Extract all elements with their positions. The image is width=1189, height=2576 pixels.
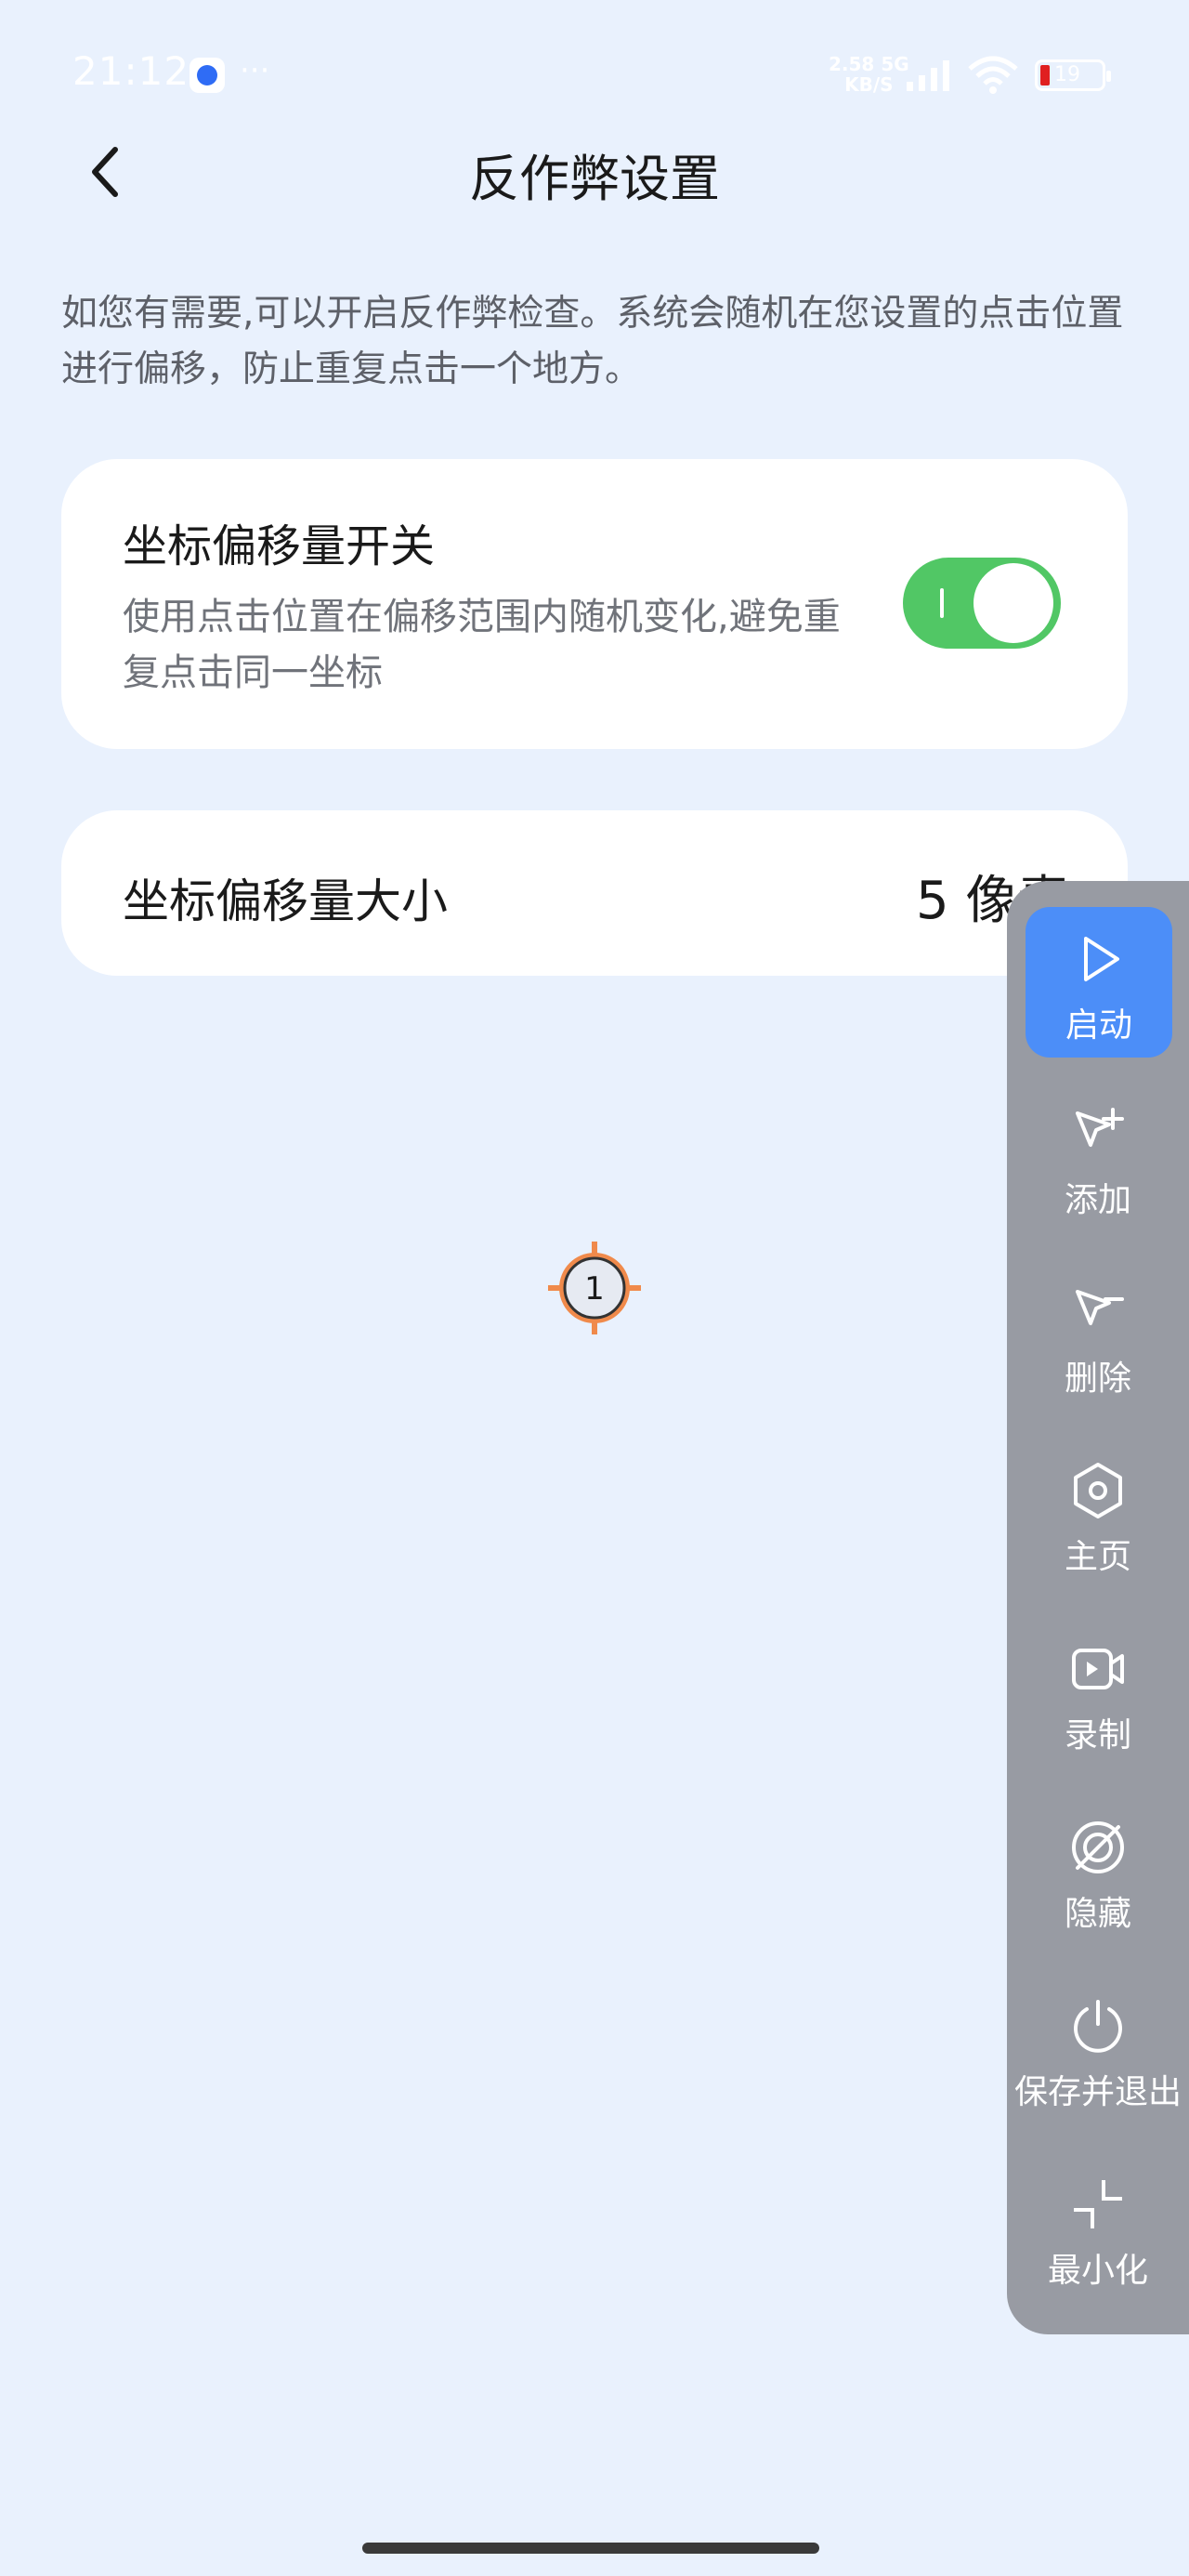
start-label: 启动	[1065, 1006, 1132, 1045]
offset-size-title: 坐标偏移量大小	[123, 874, 448, 928]
offset-switch-card: 坐标偏移量开关 使用点击位置在偏移范围内随机变化,避免重复点击同一坐标	[61, 459, 1128, 749]
app-notification-icon	[189, 58, 225, 93]
offset-switch-title: 坐标偏移量开关	[123, 520, 436, 572]
delete-button[interactable]: 删除	[1007, 1282, 1189, 1400]
cursor-remove-icon	[1076, 1290, 1124, 1325]
home-button[interactable]: 主页	[1007, 1461, 1189, 1578]
toggle-on-mark	[940, 588, 944, 618]
floating-toolbar[interactable]: 启动 添加 删除 主页 录制 隐藏 保存并退出 最小化	[1007, 881, 1189, 2334]
cursor-add-icon	[1076, 1108, 1124, 1147]
hexagon-icon	[1074, 1463, 1122, 1518]
video-record-icon	[1072, 1649, 1124, 1689]
minimize-label: 最小化	[1047, 2252, 1148, 2290]
toggle-knob	[973, 563, 1053, 643]
hide-label: 隐藏	[1064, 1895, 1131, 1933]
home-indicator[interactable]	[362, 2543, 819, 2554]
status-bar: 21:12 ··· 2.58 5G KB/S 19	[0, 0, 1189, 149]
add-label: 添加	[1064, 1181, 1131, 1219]
save-exit-button[interactable]: 保存并退出	[1007, 1996, 1189, 2113]
click-point-marker[interactable]: 1	[546, 1240, 643, 1336]
add-button[interactable]: 添加	[1007, 1104, 1189, 1221]
delete-label: 删除	[1064, 1360, 1131, 1398]
minimize-button[interactable]: 最小化	[1007, 2175, 1189, 2292]
save-exit-label: 保存并退出	[1013, 2073, 1182, 2111]
home-label: 主页	[1064, 1538, 1131, 1576]
signal-icon	[907, 60, 949, 91]
status-time: 21:12	[72, 48, 190, 94]
minimize-icon	[1074, 2180, 1122, 2228]
start-button[interactable]: 启动	[1026, 907, 1172, 1058]
network-speed: 2.58 5G KB/S	[829, 53, 909, 96]
power-icon	[1074, 2000, 1122, 2053]
battery-icon: 19	[1035, 59, 1111, 91]
hide-button[interactable]: 隐藏	[1007, 1818, 1189, 1935]
page-description: 如您有需要,可以开启反作弊检查。系统会随机在您设置的点击位置进行偏移，防止重复点…	[61, 293, 1124, 390]
page-title: 反作弊设置	[469, 150, 720, 208]
offset-switch-description: 使用点击位置在偏移范围内随机变化,避免重复点击同一坐标	[123, 596, 841, 694]
click-point-number: 1	[584, 1270, 605, 1308]
record-label: 录制	[1064, 1716, 1131, 1755]
hide-icon	[1072, 1821, 1124, 1873]
offset-toggle[interactable]	[903, 558, 1061, 649]
more-notifications-icon: ···	[240, 52, 270, 89]
record-button[interactable]: 录制	[1007, 1639, 1189, 1756]
wifi-icon	[968, 56, 1018, 94]
offset-size-card[interactable]: 坐标偏移量大小 5 像素	[61, 810, 1128, 976]
play-icon	[1084, 937, 1119, 981]
